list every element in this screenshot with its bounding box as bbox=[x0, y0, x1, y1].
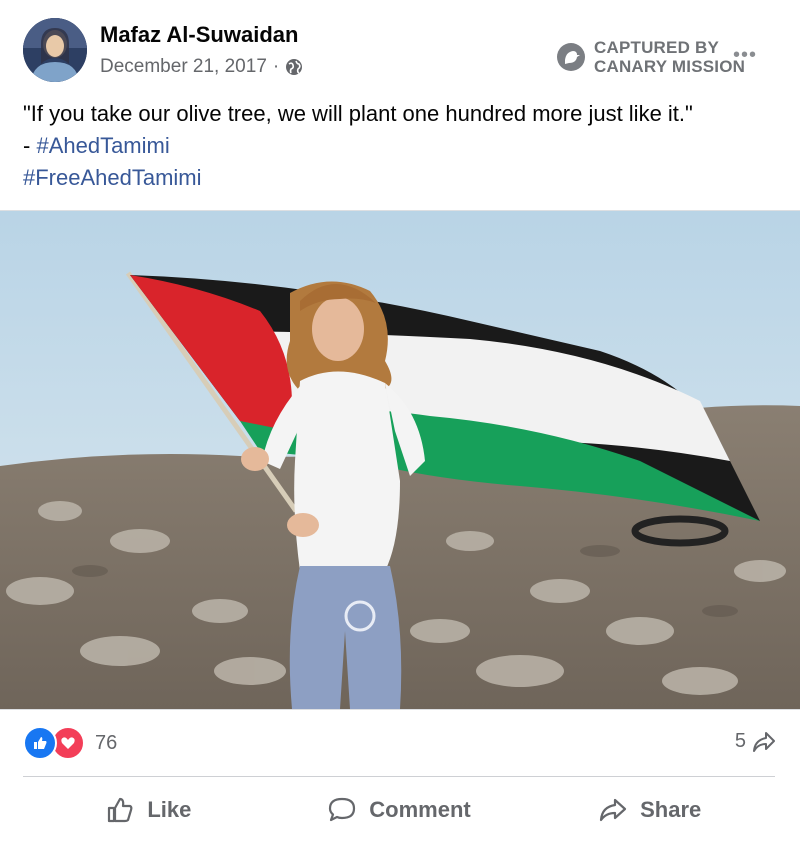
more-options-icon[interactable]: ••• bbox=[733, 44, 757, 67]
like-reaction-icon bbox=[23, 726, 57, 760]
post-header: Mafaz Al-Suwaidan December 21, 2017 · CA… bbox=[0, 0, 800, 96]
comment-icon bbox=[329, 797, 356, 822]
meta-separator: · bbox=[272, 56, 280, 77]
hashtag-ahedtamimi[interactable]: #AhedTamimi bbox=[36, 133, 169, 158]
share-arrow-icon bbox=[753, 731, 775, 752]
like-button[interactable]: Like bbox=[23, 777, 274, 843]
like-label: Like bbox=[147, 797, 192, 822]
canary-logo-icon bbox=[557, 43, 585, 71]
comment-button[interactable]: Comment bbox=[274, 777, 525, 843]
thumbs-up-icon bbox=[108, 797, 133, 823]
globe-icon bbox=[285, 58, 303, 76]
watermark-line1: CAPTURED BY bbox=[594, 38, 719, 57]
canary-watermark: CAPTURED BY CANARY MISSION bbox=[556, 38, 745, 76]
author-name[interactable]: Mafaz Al-Suwaidan bbox=[100, 22, 298, 48]
share-icon bbox=[599, 798, 627, 822]
post-date[interactable]: December 21, 2017 bbox=[100, 56, 267, 78]
dash-prefix: - bbox=[23, 133, 37, 158]
comment-label: Comment bbox=[369, 797, 471, 822]
quote-text: "If you take our olive tree, we will pla… bbox=[23, 101, 693, 126]
photo-flag-girl bbox=[0, 211, 800, 709]
watermark-line2: CANARY MISSION bbox=[594, 57, 746, 76]
action-bar: Like Comment Share bbox=[23, 777, 775, 843]
share-label: Share bbox=[640, 797, 702, 822]
share-count[interactable]: 5 bbox=[735, 730, 776, 753]
post-photo[interactable] bbox=[0, 210, 800, 710]
post-text: "If you take our olive tree, we will pla… bbox=[23, 98, 783, 194]
reaction-summary[interactable]: 76 bbox=[23, 726, 117, 760]
share-count-value: 5 bbox=[734, 730, 746, 752]
hashtag-freeahedtamimi[interactable]: #FreeAhedTamimi bbox=[23, 165, 202, 190]
reaction-count: 76 bbox=[95, 731, 118, 754]
share-button[interactable]: Share bbox=[524, 777, 775, 843]
post-meta: December 21, 2017 · bbox=[100, 56, 303, 78]
author-avatar[interactable] bbox=[23, 18, 87, 82]
